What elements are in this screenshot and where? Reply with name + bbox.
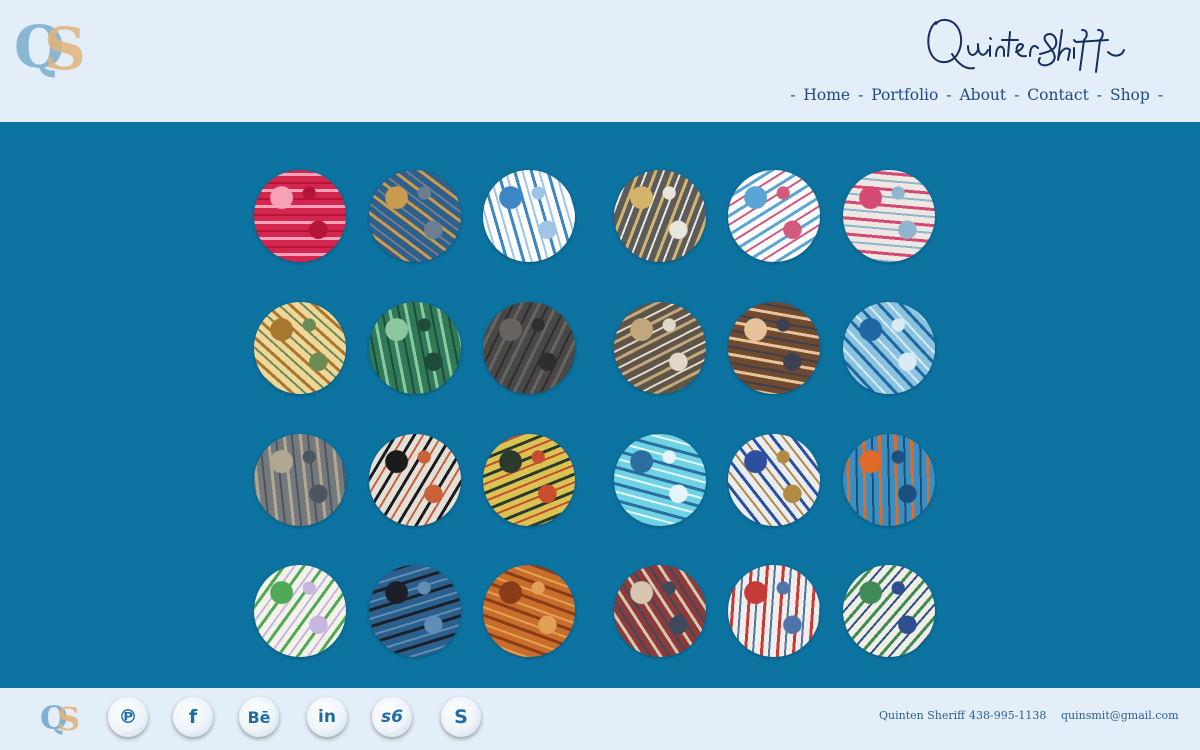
behance-glyph: Bē	[247, 707, 271, 727]
nav-portfolio[interactable]: Portfolio	[871, 86, 938, 104]
linkedin-icon[interactable]: in	[307, 697, 347, 737]
nav-separator: -	[1096, 86, 1103, 104]
footer-qs-logo[interactable]: Q S	[40, 700, 82, 740]
artwork-birds-branches-thumbnail[interactable]	[369, 434, 461, 526]
society6-glyph: s6	[381, 707, 403, 727]
contact-email[interactable]: quinsmit@gmail.com	[1061, 709, 1179, 722]
artwork-blue-drips-thumbnail[interactable]	[728, 170, 820, 262]
pinterest-icon[interactable]: ℗	[108, 697, 148, 737]
artwork-butterflies-collage-thumbnail[interactable]	[728, 302, 820, 394]
artwork-green-scribble-rings-thumbnail[interactable]	[843, 565, 935, 657]
signature-logo[interactable]	[922, 10, 1128, 76]
footer-logo-letter-s: S	[57, 700, 81, 738]
pinterest-glyph: ℗	[118, 706, 138, 728]
artwork-green-stripes-thumbnail[interactable]	[369, 302, 461, 394]
society6-icon[interactable]: s6	[372, 697, 412, 737]
artwork-collage-boxes-thumbnail[interactable]	[614, 302, 706, 394]
artwork-collage-gold-black-thumbnail[interactable]	[614, 170, 706, 262]
logo-letter-s: S	[44, 15, 86, 83]
artwork-turquoise-circles-thumbnail[interactable]	[614, 434, 706, 526]
nav-about[interactable]: About	[959, 86, 1006, 104]
artwork-gallery	[0, 122, 1200, 688]
contact-name: Quinten Sheriff	[879, 709, 965, 722]
artwork-bamboo-gold-thumbnail[interactable]	[254, 302, 346, 394]
nav-home[interactable]: Home	[803, 86, 850, 104]
artwork-red-script-white-thumbnail[interactable]	[728, 565, 820, 657]
facebook-glyph: f	[188, 706, 198, 728]
artwork-angel-collage-thumbnail[interactable]	[614, 565, 706, 657]
artwork-blue-white-script-thumbnail[interactable]	[728, 434, 820, 526]
artwork-red-bubbles-thumbnail[interactable]	[254, 170, 346, 262]
artwork-blue-dark-patches-thumbnail[interactable]	[369, 565, 461, 657]
skype-glyph: S	[454, 706, 468, 728]
nav-shop[interactable]: Shop	[1110, 86, 1150, 104]
artwork-blue-gold-texture-thumbnail[interactable]	[369, 170, 461, 262]
site-header: Q S - Home - Portfolio - About - Contact	[0, 0, 1200, 122]
facebook-icon[interactable]: f	[173, 697, 213, 737]
artwork-pink-rose-portrait-thumbnail[interactable]	[843, 170, 935, 262]
artwork-blue-drip-lines-thumbnail[interactable]	[843, 302, 935, 394]
artwork-blue-orange-band-thumbnail[interactable]	[843, 434, 935, 526]
nav-separator: -	[858, 86, 864, 104]
site-footer: Q S ℗ f Bē in s6 S Quinten Sheriff 438-9…	[0, 688, 1200, 750]
artwork-blue-scribble-thumbnail[interactable]	[483, 170, 575, 262]
linkedin-glyph: in	[318, 707, 336, 727]
main-nav: - Home - Portfolio - About - Contact - S…	[787, 86, 1166, 104]
skype-icon[interactable]: S	[441, 697, 481, 737]
artwork-yellow-silhouettes-thumbnail[interactable]	[483, 434, 575, 526]
qs-logo[interactable]: Q S	[14, 14, 94, 86]
nav-separator: -	[946, 86, 952, 104]
nav-separator: -	[1157, 86, 1163, 104]
artwork-dark-grain-thumbnail[interactable]	[483, 302, 575, 394]
behance-icon[interactable]: Bē	[239, 697, 279, 737]
gallery-band	[0, 122, 1200, 688]
nav-separator: -	[790, 86, 796, 104]
nav-separator: -	[1014, 86, 1020, 104]
artwork-green-line-figure-thumbnail[interactable]	[254, 565, 346, 657]
contact-phone: 438-995-1138	[969, 709, 1047, 722]
artwork-rust-copper-thumbnail[interactable]	[483, 565, 575, 657]
nav-contact[interactable]: Contact	[1027, 86, 1089, 104]
artwork-grey-feather-thumbnail[interactable]	[254, 434, 346, 526]
